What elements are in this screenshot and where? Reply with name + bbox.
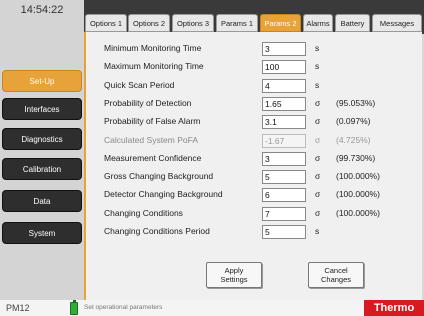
cancel-changes-button[interactable]: Cancel Changes [308,262,364,288]
param-unit: σ [315,207,321,218]
tab-label: Params 2 [264,18,297,28]
param-label: Changing Conditions Period [104,226,210,236]
param-label: Maximum Monitoring Time [104,61,204,72]
sidebar-item-label: System [28,228,56,238]
cancel-label-line2: Changes [320,275,352,284]
param-percent: (100.000%) [336,189,380,200]
param-label: Probability of False Alarm [104,116,201,127]
apply-label-line2: Settings [220,275,248,284]
param-unit: σ [315,134,321,145]
param-value-field[interactable]: 3 [262,42,306,56]
left-panel: 14:54:22 Set-Up Interfaces Diagnostics Cali… [0,0,84,300]
param-row: Changing Conditions 7 σ (100.000%) [86,206,424,224]
battery-icon [70,300,78,315]
sidebar-item-diagnostics[interactable]: Diagnostics [2,128,82,150]
param-row: Detector Changing Background 6 σ (100.000%) [86,188,424,205]
params-panel: Minimum Monitoring Time 3 s Maximum Monitor… [84,32,422,300]
param-row: Probability of False Alarm 3.1 σ (0.097%) [86,115,424,132]
param-unit: σ [315,152,321,163]
tab-label: Battery [340,18,365,28]
param-unit: s [315,61,320,72]
param-label: Detector Changing Background [104,189,223,200]
param-row: Quick Scan Period 4 s [86,78,424,96]
clock: 14:54:22 [20,4,64,16]
param-unit: σ [315,171,321,182]
param-label: Changing Conditions [104,207,183,218]
param-unit: σ [315,116,321,127]
tab-options-3[interactable]: Options 3 [172,14,214,32]
tab-label: Options 2 [132,18,166,28]
param-percent: (100.000%) [336,207,380,218]
sidebar-item-label: Interfaces [24,104,60,114]
param-unit: s [315,43,320,53]
param-value-field[interactable]: 6 [262,188,306,203]
param-label: Probability of Detection [104,97,192,108]
param-label: Quick Scan Period [104,79,175,90]
sidebar-item-label: Data [33,196,51,206]
param-value-field[interactable]: 4 [262,78,306,93]
model-label: PM12 [6,303,30,313]
tab-label: Alarms [306,18,330,28]
param-row: Maximum Monitoring Time 100 s [86,60,424,77]
sidebar-item-data[interactable]: Data [2,190,82,212]
tab-battery[interactable]: Battery [335,14,370,32]
param-value-field[interactable]: 7 [262,206,306,221]
param-row: Gross Changing Background 5 σ (100.000%) [86,170,424,187]
tab-params-2[interactable]: Params 2 [260,14,301,32]
cancel-label-line1: Cancel [324,266,348,275]
sidebar-item-interfaces[interactable]: Interfaces [2,98,82,120]
apply-settings-button[interactable]: Apply Settings [206,262,262,288]
param-value-field[interactable]: 3 [262,151,306,166]
param-percent: (100.000%) [336,171,380,182]
param-value-field[interactable]: 3.1 [262,115,306,130]
tab-params-1[interactable]: Params 1 [216,14,258,32]
tab-messages[interactable]: Messages [372,14,422,32]
param-value-field[interactable]: 100 [262,60,306,75]
tab-alarms[interactable]: Alarms [303,14,333,32]
param-value-field[interactable]: 1.65 [262,96,306,111]
param-label: Calculated System PoFA [104,134,199,145]
param-label: Measurement Confidence [104,152,202,163]
param-unit: σ [315,189,321,200]
sidebar-item-system[interactable]: System [2,222,82,244]
param-unit: s [315,79,320,90]
param-label: Gross Changing Background [104,171,214,182]
status-bar: PM12 Set operational parameters Thermo [0,300,424,316]
tab-label: Messages [379,18,415,28]
param-row: Measurement Confidence 3 σ (99.730%) [86,151,424,169]
sidebar-item-set-up[interactable]: Set-Up [2,70,82,92]
param-value-field: -1.67 [262,133,306,148]
tab-bar: Options 1 Options 2 Options 3 Params 1 Param… [84,0,424,34]
sidebar-item-calibration[interactable]: Calibration [2,158,82,180]
param-unit: σ [315,97,321,108]
param-percent: (0.097%) [336,116,371,127]
param-value-field[interactable]: 5 [262,225,306,239]
param-label: Minimum Monitoring Time [104,43,202,53]
param-value-field[interactable]: 5 [262,170,306,185]
sidebar-item-label: Diagnostics [21,134,63,144]
apply-label-line1: Apply [224,266,244,275]
param-percent: (4.725%) [336,134,371,145]
tab-options-2[interactable]: Options 2 [128,14,170,32]
param-row: Changing Conditions Period 5 s [86,225,424,242]
sidebar-item-label: Set-Up [29,76,55,86]
tab-label: Options 3 [176,18,210,28]
tab-label: Params 1 [220,18,254,28]
status-hint: Set operational parameters [84,304,163,311]
sidebar-item-label: Calibration [22,164,62,174]
brand-logo: Thermo [364,300,424,316]
param-percent: (95.053%) [336,97,376,108]
param-percent: (99.730%) [336,152,376,163]
param-unit: s [315,226,320,236]
tab-label: Options 1 [89,18,123,28]
param-row: Calculated System PoFA -1.67 σ (4.725%) [86,133,424,151]
param-row: Probability of Detection 1.65 σ (95.053%) [86,96,424,114]
param-row: Minimum Monitoring Time 3 s [86,42,424,59]
tab-options-1[interactable]: Options 1 [85,14,127,32]
